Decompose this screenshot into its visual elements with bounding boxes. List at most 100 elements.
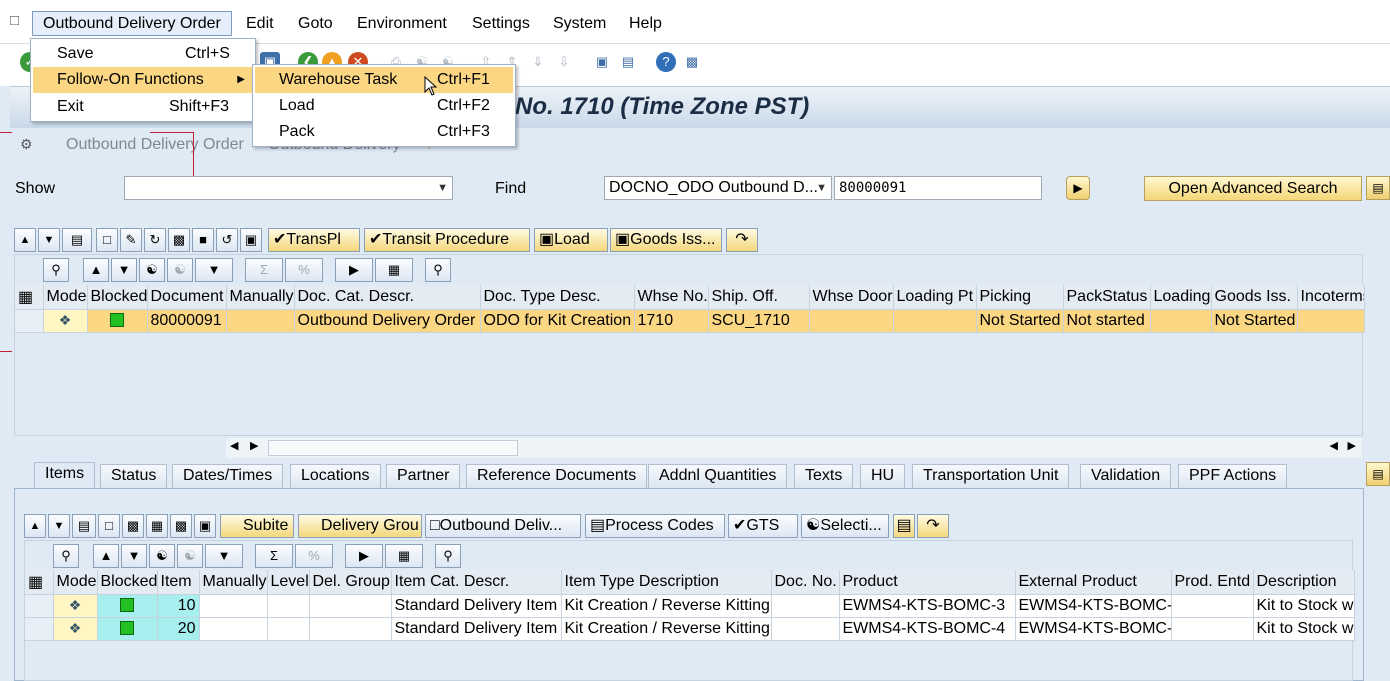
table-row[interactable]: ❖ 20 Standard Delivery Item Kit Creation… <box>25 617 1355 641</box>
print-preview-icon[interactable]: ⚲ <box>425 258 451 282</box>
menu-help[interactable]: Help <box>619 13 672 35</box>
expand-down-icon[interactable]: ▼ <box>38 228 60 252</box>
find-input[interactable]: 80000091 <box>834 176 1042 200</box>
goods-issue-button[interactable]: ▣Goods Iss... <box>610 228 722 252</box>
col-product[interactable]: Product <box>839 570 1016 595</box>
menu-settings[interactable]: Settings <box>462 13 540 35</box>
item-cell[interactable]: 20 <box>157 617 200 641</box>
col-doc-cat[interactable]: Doc. Cat. Descr. <box>294 285 481 310</box>
menu-goto[interactable]: Goto <box>288 13 343 35</box>
tab-partner[interactable]: Partner <box>386 464 461 488</box>
print-preview-icon[interactable]: ⚲ <box>435 544 461 568</box>
scroll-left-icon[interactable]: ◀ <box>230 439 238 452</box>
zoom-icon[interactable]: ⚲ <box>43 258 69 282</box>
edit-icon[interactable]: ✎ <box>120 228 142 252</box>
selection-button[interactable]: ☯Selecti... <box>801 514 889 538</box>
menu-outbound-delivery-order[interactable]: Outbound Delivery Order <box>32 11 232 36</box>
sort-descending-icon[interactable]: ▼ <box>121 544 147 568</box>
shortcut-icon[interactable]: ▤ <box>618 52 638 72</box>
transit-procedure-button[interactable]: ✔Transit Procedure <box>364 228 530 252</box>
display-change-icon[interactable]: ↻ <box>144 228 166 252</box>
menu-item-load[interactable]: Load Ctrl+F2 <box>255 93 513 119</box>
delete-icon[interactable]: ▩ <box>168 228 190 252</box>
col-item-cat[interactable]: Item Cat. Descr. <box>391 570 562 595</box>
zoom-icon[interactable]: ⚲ <box>53 544 79 568</box>
table-row[interactable]: ❖ 80000091 Outbound Delivery Order ODO f… <box>15 309 1365 333</box>
col-level[interactable]: Level <box>267 570 310 595</box>
layout-icon[interactable]: ▩ <box>682 52 702 72</box>
filter-icon[interactable]: ▼ <box>195 258 233 282</box>
menu-item-warehouse-task[interactable]: Warehouse Task Ctrl+F1 <box>255 67 513 93</box>
col-blocked[interactable]: Blocked <box>97 570 158 595</box>
menu-system[interactable]: System <box>543 13 616 35</box>
tab-dates-times[interactable]: Dates/Times <box>172 464 284 488</box>
transpl-button[interactable]: ✔TransPl <box>268 228 360 252</box>
select-all-icon[interactable]: ▦ <box>15 285 44 310</box>
col-incoterms[interactable]: Incoterms <box>1297 285 1365 310</box>
lock-icon[interactable]: ■ <box>192 228 214 252</box>
menu-item-exit[interactable]: Exit Shift+F3 <box>33 94 253 120</box>
tab-locations[interactable]: Locations <box>290 464 381 488</box>
row-selector[interactable] <box>25 617 54 641</box>
col-whse-no[interactable]: Whse No. <box>634 285 709 310</box>
tab-texts[interactable]: Texts <box>794 464 854 488</box>
layout-grid-icon[interactable]: ▦ <box>375 258 413 282</box>
select-all-icon[interactable]: ▦ <box>25 570 54 595</box>
find-grid-icon[interactable]: ☯ <box>139 258 165 282</box>
col-whse-door[interactable]: Whse Door <box>809 285 894 310</box>
horizontal-scrollbar[interactable]: ◀ ▶ ◀ ▶ <box>226 438 1362 458</box>
more-functions-icon[interactable]: ↷ <box>726 228 758 252</box>
subitem-button[interactable]: Subite <box>220 514 294 538</box>
side-panel-icon[interactable]: ▤ <box>1366 462 1390 486</box>
col-external-product[interactable]: External Product <box>1015 570 1172 595</box>
scroll-right-end-icon[interactable]: ▶ <box>1348 439 1356 452</box>
hierarchy-view-icon[interactable]: ▤ <box>893 514 915 538</box>
tab-reference-documents[interactable]: Reference Documents <box>466 464 648 488</box>
col-item-type[interactable]: Item Type Description <box>561 570 772 595</box>
menu-environment[interactable]: Environment <box>347 13 457 35</box>
mode-cell[interactable]: ❖ <box>53 594 98 618</box>
settings-icon[interactable]: ⚙ <box>20 136 38 154</box>
sum-icon[interactable]: Σ <box>255 544 293 568</box>
export-icon[interactable]: ▶ <box>335 258 373 282</box>
outbound-delivery-button[interactable]: □Outbound Deliv... <box>425 514 581 538</box>
col-loading-pt[interactable]: Loading Pt <box>893 285 977 310</box>
layout-grid-icon[interactable]: ▦ <box>385 544 423 568</box>
gts-button[interactable]: ✔GTS <box>728 514 798 538</box>
mode-cell[interactable]: ❖ <box>43 309 88 333</box>
more-functions-icon[interactable]: ↷ <box>917 514 949 538</box>
split-icon[interactable]: ▦ <box>146 514 168 538</box>
find-dropdown[interactable]: DOCNO_ODO Outbound D... ▼ <box>604 176 832 200</box>
col-loading[interactable]: Loading <box>1150 285 1212 310</box>
hierarchy-icon[interactable]: ▣ <box>194 514 216 538</box>
system-menu-icon[interactable]: □ <box>10 12 28 29</box>
tab-hu[interactable]: HU <box>860 464 906 488</box>
new-item-icon[interactable]: □ <box>98 514 120 538</box>
col-pack-status[interactable]: PackStatus <box>1063 285 1151 310</box>
tab-transportation-unit[interactable]: Transportation Unit <box>912 464 1070 488</box>
open-advanced-search-button[interactable]: Open Advanced Search <box>1144 176 1362 201</box>
new-session-icon[interactable]: ▣ <box>592 52 612 72</box>
sort-ascending-icon[interactable]: ▲ <box>93 544 119 568</box>
menu-item-follow-on-functions[interactable]: Follow-On Functions ▶ <box>33 67 253 93</box>
col-description[interactable]: Description <box>1253 570 1355 595</box>
col-item[interactable]: Item <box>157 570 200 595</box>
collapse-up-icon[interactable]: ▲ <box>14 228 36 252</box>
col-blocked[interactable]: Blocked <box>87 285 148 310</box>
scrollbar-thumb[interactable] <box>268 440 518 456</box>
col-mode[interactable]: Mode <box>53 570 98 595</box>
expand-down-icon[interactable]: ▼ <box>48 514 70 538</box>
tab-addnl-quantities[interactable]: Addnl Quantities <box>648 464 788 488</box>
menu-item-save[interactable]: Save Ctrl+S <box>33 41 253 67</box>
col-ship-off[interactable]: Ship. Off. <box>708 285 810 310</box>
find-grid-icon[interactable]: ☯ <box>149 544 175 568</box>
col-doc-type[interactable]: Doc. Type Desc. <box>480 285 635 310</box>
details-icon[interactable]: ▤ <box>62 228 92 252</box>
show-dropdown[interactable]: ▼ <box>124 176 453 200</box>
col-document[interactable]: Document <box>147 285 227 310</box>
details-icon[interactable]: ▤ <box>72 514 96 538</box>
scroll-right-icon[interactable]: ▶ <box>250 439 258 452</box>
save-grid-icon[interactable]: ▣ <box>240 228 262 252</box>
tab-validation[interactable]: Validation <box>1080 464 1172 488</box>
load-button[interactable]: ▣Load <box>534 228 608 252</box>
